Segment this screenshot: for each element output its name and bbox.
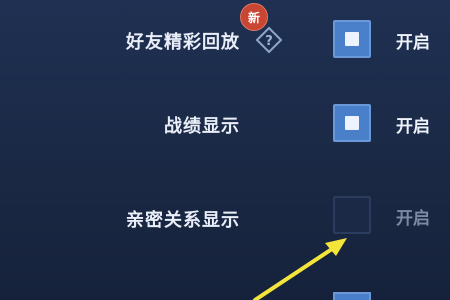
friend-replay-checkbox[interactable]	[333, 20, 371, 58]
setting-row-battle-record: 战绩显示 开启	[0, 98, 450, 158]
check-mark	[345, 116, 359, 130]
setting-row-friend-replay: 好友精彩回放 开启	[0, 14, 450, 74]
partial-checkbox[interactable]	[333, 292, 371, 300]
question-diamond-icon[interactable]: ?	[255, 26, 283, 54]
setting-row-intimacy: 亲密关系显示 开启	[0, 190, 450, 250]
svg-text:?: ?	[265, 34, 273, 49]
state-label: 开启	[396, 117, 430, 137]
setting-label: 好友精彩回放	[126, 32, 240, 53]
setting-label: 亲密关系显示	[126, 210, 240, 231]
state-label: 开启	[396, 209, 430, 229]
intimacy-checkbox[interactable]	[333, 196, 371, 234]
check-mark	[345, 32, 359, 46]
setting-label: 战绩显示	[164, 116, 240, 137]
battle-record-checkbox[interactable]	[333, 104, 371, 142]
state-label: 开启	[396, 33, 430, 53]
